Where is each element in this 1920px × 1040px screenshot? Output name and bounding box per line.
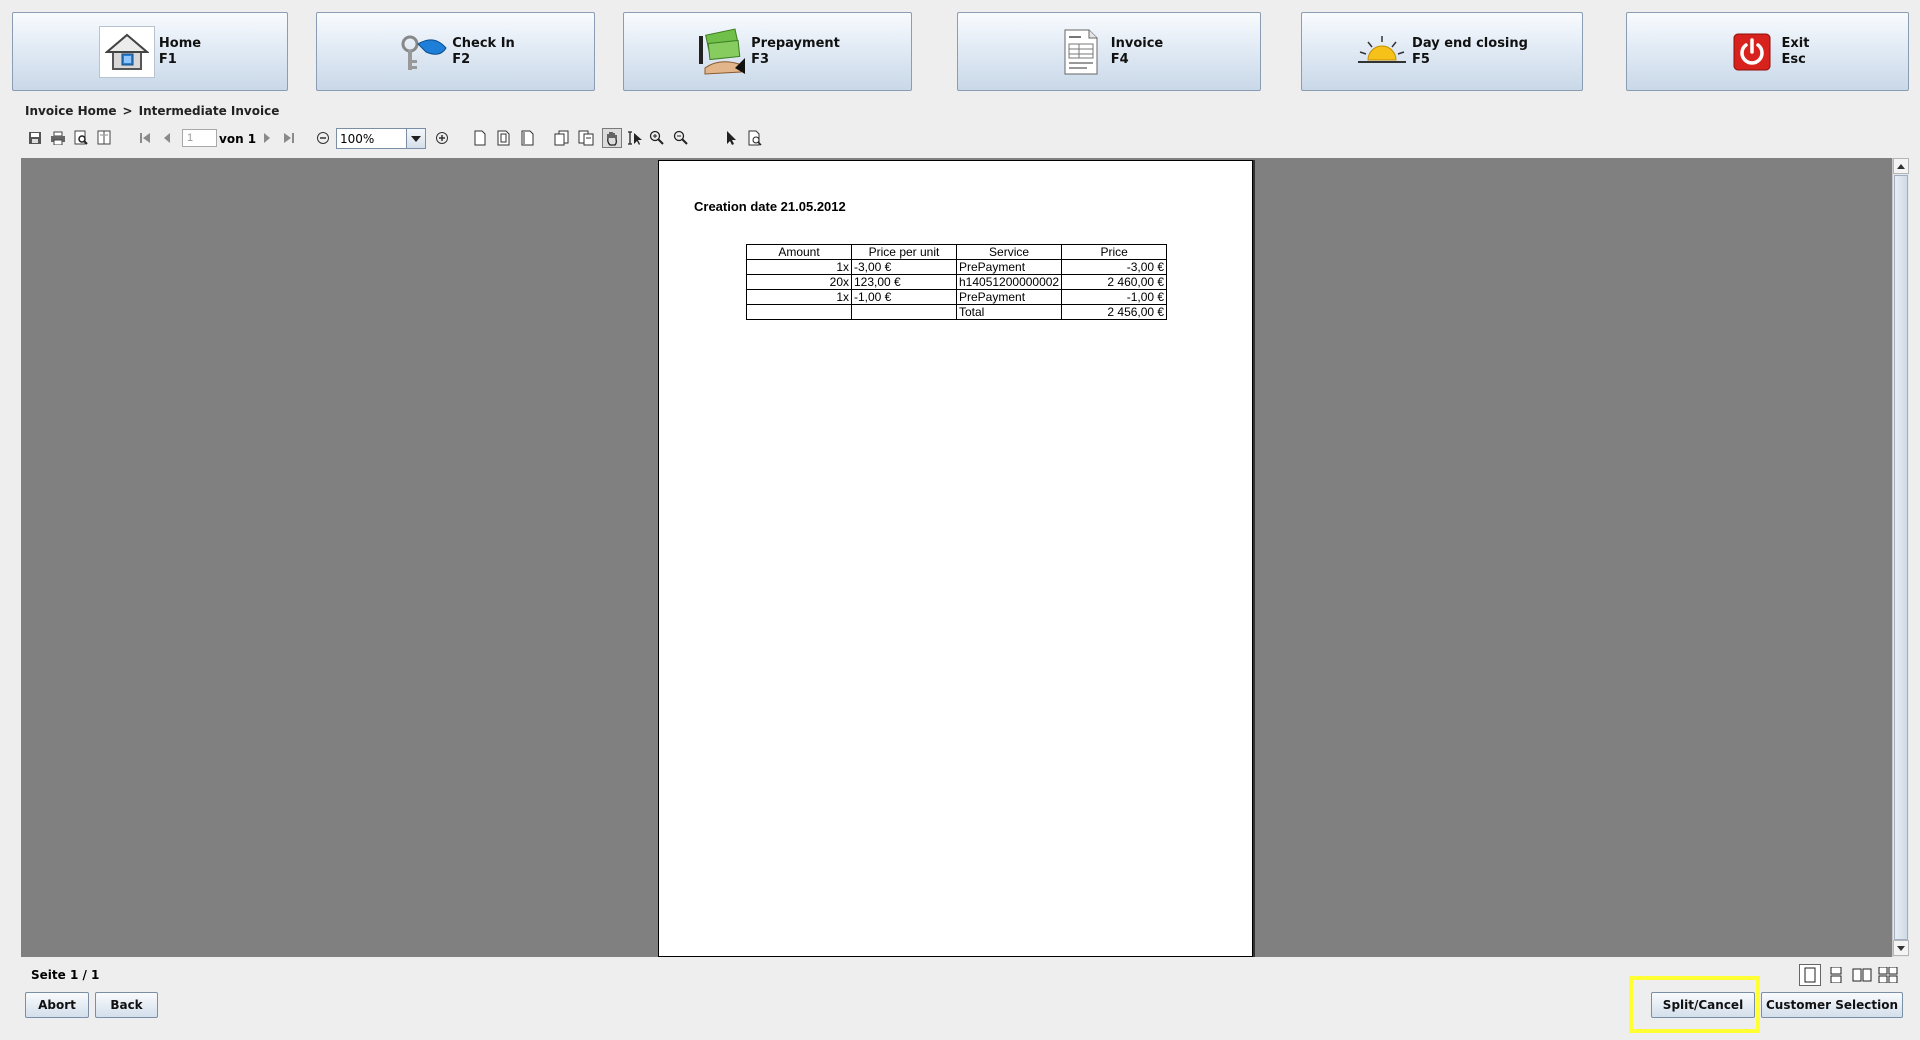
table-row: 20x 123,00 € h14051200000002 2 460,00 € xyxy=(746,274,1168,290)
single-page-icon[interactable] xyxy=(470,128,490,148)
cell-amount xyxy=(746,304,852,320)
cell-price: 2 460,00 € xyxy=(1061,274,1168,290)
cell-service: h14051200000002 xyxy=(955,274,1063,290)
money-hand-icon xyxy=(695,26,747,78)
header-price-per-unit: Price per unit xyxy=(851,244,957,260)
facing-layout-icon[interactable] xyxy=(1851,964,1873,986)
page-setup-icon[interactable] xyxy=(94,128,114,148)
magnifier-zoom-out-icon[interactable] xyxy=(671,128,691,148)
nav-button-home[interactable]: Home F1 xyxy=(12,12,288,91)
nav-button-exit[interactable]: Exit Esc xyxy=(1626,12,1909,91)
nav-exit-key: Esc xyxy=(1781,51,1806,67)
print-preview-icon[interactable] xyxy=(71,128,91,148)
cell-price-per-unit: -3,00 € xyxy=(851,259,957,275)
vertical-scrollbar[interactable] xyxy=(1892,158,1909,957)
cell-price: -3,00 € xyxy=(1061,259,1168,275)
invoice-document-icon xyxy=(1055,26,1107,78)
nav-button-invoice[interactable]: Invoice F4 xyxy=(957,12,1261,91)
key-icon xyxy=(396,26,448,78)
scrollbar-thumb[interactable] xyxy=(1894,175,1908,940)
table-header-row: Amount Price per unit Service Price xyxy=(746,244,1168,260)
nav-button-check-in[interactable]: Check In F2 xyxy=(316,12,595,91)
nav-day-end-key: F5 xyxy=(1412,51,1430,67)
next-page-icon[interactable] xyxy=(257,128,277,148)
viewer-toolbar: von 1 100% xyxy=(21,124,1909,154)
power-icon xyxy=(1726,26,1778,78)
magnifier-zoom-in-icon[interactable] xyxy=(647,128,667,148)
header-amount: Amount xyxy=(746,244,852,260)
nav-home-key: F1 xyxy=(158,51,177,67)
nav-invoice-key: F4 xyxy=(1110,51,1129,67)
facing-pages-icon[interactable] xyxy=(494,128,514,148)
document-page: Creation date 21.05.2012 Amount Price pe… xyxy=(658,160,1253,957)
abort-button[interactable]: Abort xyxy=(25,992,89,1018)
zoom-in-icon[interactable] xyxy=(432,128,452,148)
highlight-box xyxy=(1629,976,1760,1033)
previous-page-icon[interactable] xyxy=(157,128,177,148)
nav-day-end-label: Day end closing xyxy=(1412,35,1528,51)
header-price: Price xyxy=(1061,244,1168,260)
sunset-icon xyxy=(1356,26,1408,78)
cell-price-per-unit: -1,00 € xyxy=(851,289,957,305)
book-view-icon[interactable] xyxy=(518,128,538,148)
header-service: Service xyxy=(955,244,1063,260)
breadcrumb-current: Intermediate Invoice xyxy=(138,104,280,118)
cell-amount: 1x xyxy=(746,289,852,305)
chevron-down-icon[interactable] xyxy=(406,129,425,148)
invoice-table: Amount Price per unit Service Price 1x -… xyxy=(746,244,1168,320)
breadcrumb: Invoice Home > Intermediate Invoice xyxy=(25,104,285,118)
hand-tool-icon[interactable] xyxy=(602,128,622,148)
nav-prepayment-label: Prepayment xyxy=(751,35,840,51)
back-button[interactable]: Back xyxy=(95,992,158,1018)
cell-service: PrePayment xyxy=(955,259,1063,275)
zoom-out-icon[interactable] xyxy=(313,128,333,148)
cell-price: -1,00 € xyxy=(1061,289,1168,305)
last-page-icon[interactable] xyxy=(279,128,299,148)
continuous-facing-layout-icon[interactable] xyxy=(1877,964,1899,986)
print-icon[interactable] xyxy=(48,128,68,148)
customer-selection-button[interactable]: Customer Selection xyxy=(1761,992,1903,1018)
fit-width-icon[interactable] xyxy=(552,128,572,148)
cell-price-per-unit xyxy=(851,304,957,320)
nav-button-prepayment[interactable]: Prepayment F3 xyxy=(623,12,912,91)
scroll-up-icon[interactable] xyxy=(1893,158,1909,174)
single-page-layout-icon[interactable] xyxy=(1799,964,1821,986)
nav-exit-label: Exit xyxy=(1781,35,1810,51)
nav-check-in-key: F2 xyxy=(452,51,471,67)
nav-home-label: Home xyxy=(158,35,202,51)
page-count-label: von 1 xyxy=(219,132,257,146)
cell-total-label: Total xyxy=(955,304,1063,320)
save-icon[interactable] xyxy=(25,128,45,148)
page-status: Seite 1 / 1 xyxy=(31,968,100,982)
find-icon[interactable] xyxy=(745,128,765,148)
creation-date: Creation date 21.05.2012 xyxy=(694,199,846,214)
table-total-row: Total 2 456,00 € xyxy=(746,304,1168,320)
fit-page-icon[interactable] xyxy=(576,128,596,148)
scroll-down-icon[interactable] xyxy=(1893,940,1909,956)
zoom-value: 100% xyxy=(340,132,375,146)
first-page-icon[interactable] xyxy=(135,128,155,148)
table-row: 1x -3,00 € PrePayment -3,00 € xyxy=(746,259,1168,275)
zoom-select[interactable]: 100% xyxy=(336,128,426,149)
nav-prepayment-key: F3 xyxy=(751,51,770,67)
page-number-input[interactable] xyxy=(182,129,217,147)
table-row: 1x -1,00 € PrePayment -1,00 € xyxy=(746,289,1168,305)
home-icon xyxy=(98,25,155,78)
nav-invoice-label: Invoice xyxy=(1110,35,1164,51)
continuous-layout-icon[interactable] xyxy=(1825,964,1847,986)
cell-amount: 1x xyxy=(746,259,852,275)
nav-check-in-label: Check In xyxy=(452,35,515,51)
cell-price-per-unit: 123,00 € xyxy=(851,274,957,290)
cell-total-price: 2 456,00 € xyxy=(1061,304,1168,320)
breadcrumb-invoice-home[interactable]: Invoice Home xyxy=(25,104,117,118)
pointer-icon[interactable] xyxy=(721,128,741,148)
cell-service: PrePayment xyxy=(955,289,1063,305)
cell-amount: 20x xyxy=(746,274,852,290)
nav-button-day-end-closing[interactable]: Day end closing F5 xyxy=(1301,12,1583,91)
breadcrumb-separator: > xyxy=(122,104,133,118)
text-select-icon[interactable] xyxy=(625,128,645,148)
